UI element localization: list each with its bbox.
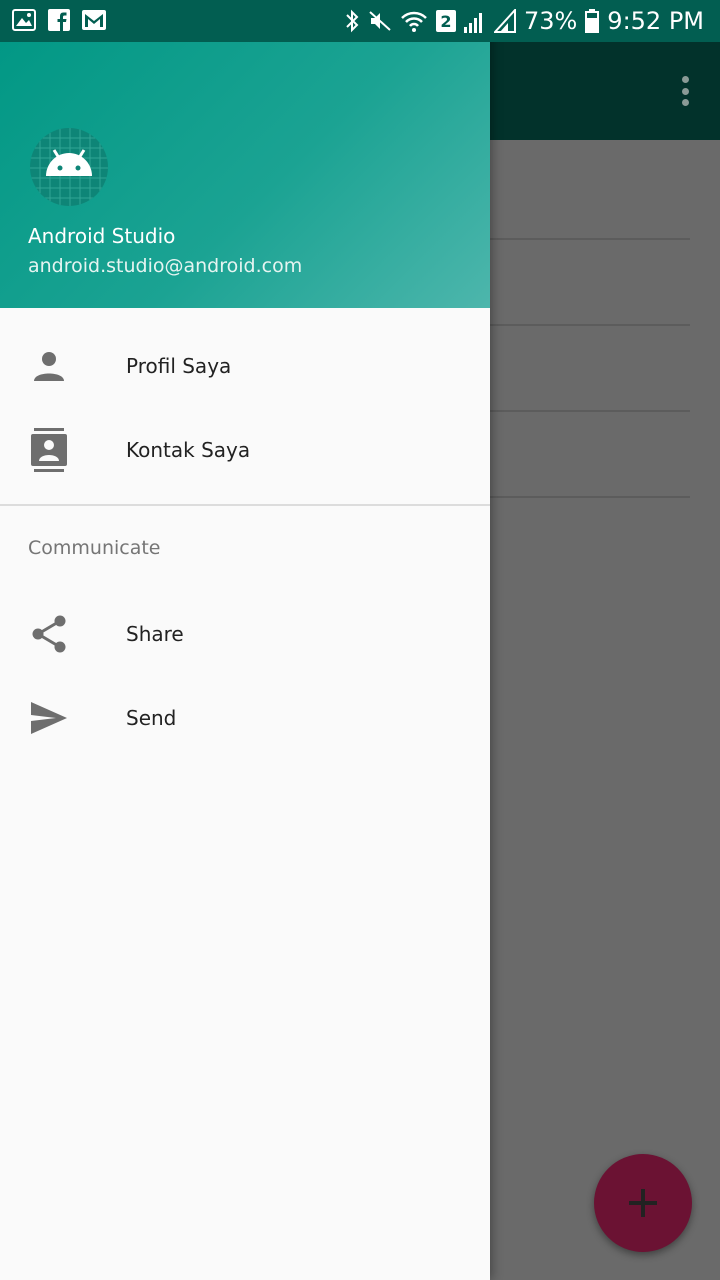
list-divider — [490, 410, 690, 412]
list-divider — [490, 496, 690, 498]
battery-icon — [585, 9, 600, 33]
list-divider — [490, 238, 690, 240]
list-divider — [490, 324, 690, 326]
send-icon — [30, 699, 68, 737]
signal-strength-icon — [493, 9, 516, 33]
menu-item-kontak-saya[interactable]: Kontak Saya — [0, 408, 490, 492]
clock: 9:52 PM — [607, 7, 704, 35]
avatar[interactable] — [30, 128, 108, 206]
menu-item-send[interactable]: Send — [0, 676, 490, 760]
drawer-header: Android Studio android.studio@android.co… — [0, 42, 490, 308]
sim-badge: 2 — [435, 10, 456, 32]
menu-item-label: Kontak Saya — [126, 438, 251, 462]
menu-item-label: Share — [126, 622, 184, 646]
add-fab-button[interactable] — [594, 1154, 692, 1252]
android-icon — [30, 128, 108, 206]
sim-badge-label: 2 — [440, 11, 452, 31]
gallery-icon — [12, 9, 36, 31]
person-icon — [30, 347, 68, 385]
mute-icon — [368, 9, 392, 33]
signal-icon — [463, 9, 486, 33]
menu-item-label: Profil Saya — [126, 354, 232, 378]
drawer-divider — [0, 504, 490, 506]
plus-icon — [629, 1189, 657, 1217]
section-header-communicate: Communicate — [28, 537, 161, 559]
overflow-menu-icon[interactable] — [680, 76, 690, 106]
wifi-icon — [400, 9, 428, 33]
user-name: Android Studio — [28, 224, 176, 248]
share-icon — [30, 615, 68, 653]
menu-item-label: Send — [126, 706, 177, 730]
menu-item-profil-saya[interactable]: Profil Saya — [0, 324, 490, 408]
menu-item-share[interactable]: Share — [0, 592, 490, 676]
gmail-icon — [82, 9, 106, 31]
navigation-drawer: Android Studio android.studio@android.co… — [0, 0, 490, 1280]
status-bar: 2 73% 9:52 PM — [0, 0, 720, 42]
bluetooth-icon — [344, 9, 360, 33]
contacts-icon — [30, 428, 68, 472]
facebook-icon — [48, 9, 70, 31]
battery-percent: 73% — [523, 7, 578, 35]
user-email: android.studio@android.com — [28, 255, 303, 277]
